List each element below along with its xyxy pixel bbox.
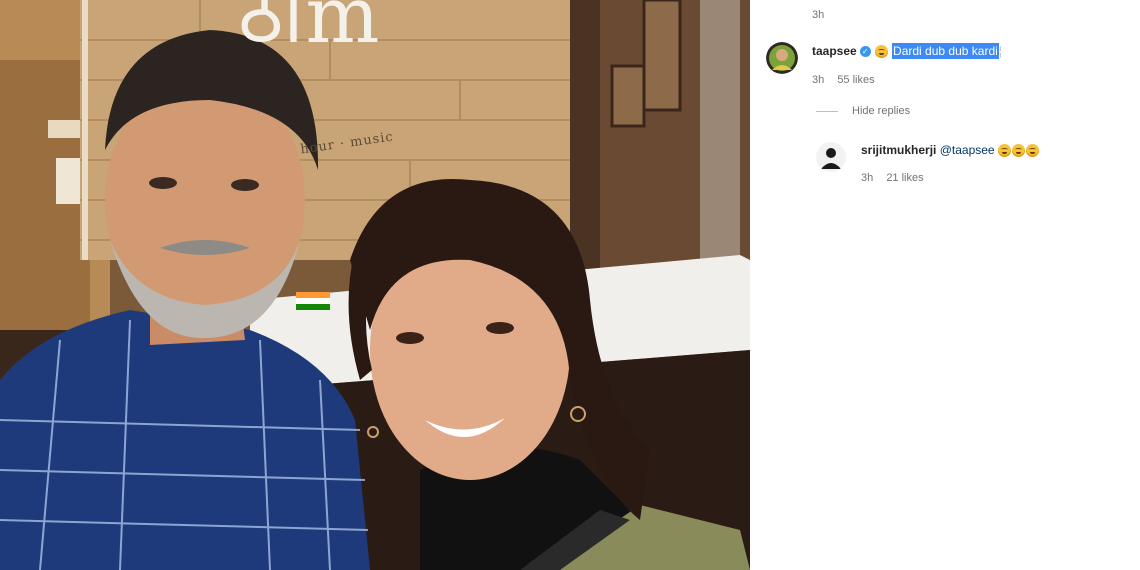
comment-username[interactable]: taapsee xyxy=(812,44,857,58)
flag-stripe xyxy=(296,292,330,298)
post-photo[interactable]: ठोm hour · music xyxy=(0,0,750,570)
text-cursor: ¦ xyxy=(998,44,1002,58)
rolling-on-floor-laughing-emoji-icon xyxy=(1025,144,1039,158)
avatar-taapsee[interactable] xyxy=(766,42,798,74)
avatar-srijitmukherji[interactable] xyxy=(816,142,846,172)
comment-likes[interactable]: 55 likes xyxy=(837,74,874,86)
hide-replies-button[interactable]: Hide replies xyxy=(816,105,910,117)
rolling-on-floor-laughing-emoji-icon xyxy=(874,45,888,59)
reply-mention-link[interactable]: @taapsee xyxy=(940,143,995,157)
comment-taapsee: taapsee ✓ Dardi dub dub kardi¦ xyxy=(812,43,1002,59)
reply-time: 3h xyxy=(861,172,874,184)
reply-meta: 3h 21 likes xyxy=(861,172,934,184)
previous-comment-time: 3h xyxy=(812,9,825,21)
selfie-illustration xyxy=(0,0,750,570)
reply-likes[interactable]: 21 likes xyxy=(886,172,923,184)
reply-username[interactable]: srijitmukherji xyxy=(861,143,936,157)
comment-time: 3h xyxy=(812,74,825,86)
comment-text: Dardi dub dub kardi xyxy=(892,43,999,59)
reply-srijitmukherji: srijitmukherji @taapsee xyxy=(861,143,1040,158)
rolling-on-floor-laughing-emoji-icon xyxy=(1011,144,1025,158)
verified-badge-icon: ✓ xyxy=(859,46,871,58)
comment-meta: 3h 55 likes xyxy=(812,74,885,86)
comments-panel: 3h taapsee ✓ Dardi dub dub kardi¦ 3h 55 l… xyxy=(750,0,1140,570)
rolling-on-floor-laughing-emoji-icon xyxy=(997,144,1011,158)
wall-sign-logo: ठोm xyxy=(238,0,382,61)
